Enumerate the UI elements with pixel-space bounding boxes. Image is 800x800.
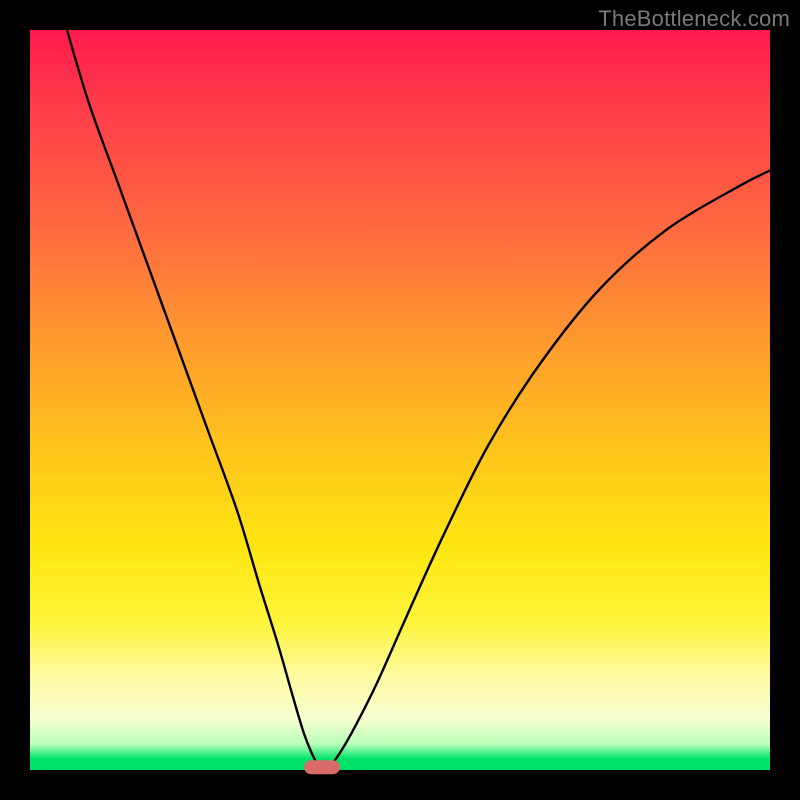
bottleneck-curve (30, 30, 770, 770)
watermark-text: TheBottleneck.com (598, 6, 790, 32)
chart-frame: TheBottleneck.com (0, 0, 800, 800)
optimal-marker (304, 760, 340, 774)
plot-area (30, 30, 770, 770)
